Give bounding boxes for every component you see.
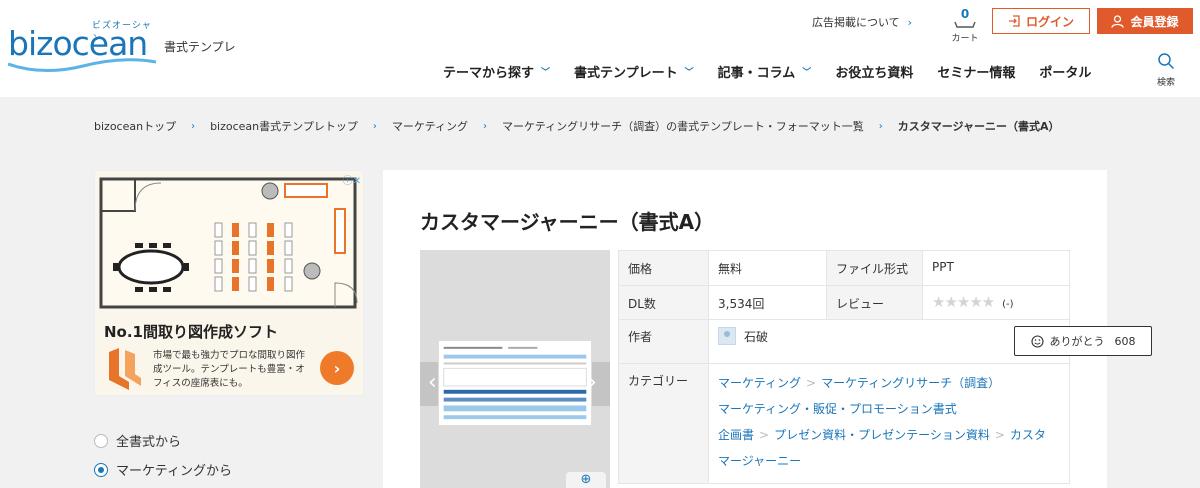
cart-icon	[954, 21, 976, 28]
author-name: 石破	[744, 329, 769, 344]
floor-plan-image	[99, 177, 358, 309]
price-header: 価格	[618, 250, 709, 286]
page-title: カスタマージャーニー（書式A）	[420, 210, 715, 234]
category-link[interactable]: マーケティング	[718, 376, 801, 390]
star-rating-icon: ★★★★★	[932, 293, 995, 311]
nav-theme-search[interactable]: テーマから探す ﹀	[443, 60, 550, 82]
nav-portal[interactable]: ポータル	[1039, 60, 1091, 82]
ad-placement-link[interactable]: 広告掲載について ›	[812, 14, 912, 30]
nav-templates[interactable]: 書式テンプレート ﹀	[574, 60, 694, 82]
thanks-label: ありがとう	[1049, 335, 1105, 348]
nav-seminars[interactable]: セミナー情報	[937, 60, 1015, 82]
filter-all-templates[interactable]: 全書式から	[94, 431, 181, 450]
author-cell: 石破 ありがとう 608	[708, 319, 1152, 364]
author-link[interactable]: 石破	[718, 327, 1060, 345]
thanks-button[interactable]: ありがとう 608	[1014, 326, 1152, 356]
login-icon	[1008, 15, 1020, 27]
ad-arrow-button[interactable]: ›	[320, 351, 354, 385]
ad-brand-logo	[109, 348, 141, 390]
category-line: 企画書 > プレゼン資料・プレゼンテーション資料 > カスタマージャーニー	[718, 422, 1048, 474]
nav-seminars-label: セミナー情報	[937, 65, 1016, 81]
format-header: ファイル形式	[826, 250, 923, 286]
chevron-right-icon: ›	[191, 120, 196, 132]
chevron-right-icon: >	[759, 428, 770, 442]
thanks-count: 608	[1114, 334, 1136, 348]
breadcrumb: bizoceanトップ › bizocean書式テンプレトップ › マーケティン…	[94, 118, 1060, 134]
site-header: ビズオーシャン bizocean 書式テンプレ 広告掲載について › 0 カート …	[0, 0, 1200, 97]
nav-resources[interactable]: お役立ち資料	[835, 60, 913, 82]
smile-icon	[1030, 334, 1044, 348]
logo-wave-icon	[8, 58, 157, 73]
search-icon	[1158, 53, 1175, 70]
template-preview[interactable]: ‹ › ⊕	[420, 250, 610, 488]
downloads-value: 3,534回	[708, 285, 827, 320]
category-link[interactable]: プレゼン資料・プレゼンテーション資料	[774, 428, 990, 442]
search-label: 検索	[1156, 78, 1175, 88]
chevron-down-icon: ﹀	[802, 67, 812, 78]
breadcrumb-item[interactable]: マーケティングリサーチ（調査）の書式テンプレート・フォーマット一覧	[502, 118, 864, 134]
category-header: カテゴリー	[618, 363, 709, 484]
category-line: マーケティング > マーケティングリサーチ（調査）	[718, 370, 1060, 396]
filter-marketing[interactable]: マーケティングから	[94, 460, 232, 479]
template-thumbnail	[438, 340, 592, 426]
global-nav: テーマから探す ﹀ 書式テンプレート ﹀ 記事・コラム ﹀ お役立ち資料 セミナー情報…	[443, 60, 1091, 82]
login-button[interactable]: ログイン	[992, 8, 1090, 34]
radio-unselected-icon	[94, 433, 108, 448]
chevron-right-icon: ›	[878, 120, 883, 132]
chevron-right-icon: ›	[907, 16, 913, 29]
category-link[interactable]: 企画書	[718, 428, 754, 442]
nav-articles-label: 記事・コラム	[717, 65, 796, 81]
search-button[interactable]: 検索	[1150, 52, 1182, 88]
chevron-right-icon: ›	[372, 120, 377, 132]
register-button[interactable]: 会員登録	[1097, 8, 1193, 34]
chevron-right-icon: >	[994, 428, 1005, 442]
chevron-down-icon: ﹀	[684, 67, 694, 78]
chevron-right-icon: ›	[482, 120, 487, 132]
register-label: 会員登録	[1130, 14, 1179, 29]
ad-info-icon[interactable]: ⓘ✕	[343, 172, 361, 187]
filter-marketing-label: マーケティングから	[116, 464, 232, 479]
breadcrumb-current: カスタマージャーニー（書式A）	[897, 120, 1060, 133]
radio-selected-icon	[94, 462, 108, 477]
category-cell: マーケティング > マーケティングリサーチ（調査） マーケティング・販促・プロモーシ…	[708, 363, 1070, 484]
zoom-icon[interactable]: ⊕	[566, 472, 606, 488]
ad-body-text: 市場で最も強力でプロな間取り図作成ツール。テンプレートも豊富・オフィスの座席表に…	[153, 350, 306, 389]
chevron-right-icon[interactable]: ›	[588, 370, 597, 395]
nav-templates-label: 書式テンプレート	[574, 65, 678, 81]
avatar	[718, 327, 736, 345]
cart-count: 0	[960, 7, 970, 21]
template-info-table: 価格 無料 ファイル形式 PPT DL数 3,534回 レビュー ★★★★★ (…	[618, 250, 1152, 484]
chevron-right-icon: >	[806, 376, 817, 390]
downloads-header: DL数	[618, 285, 709, 320]
ad-title: No.1間取り図作成ソフト	[104, 323, 278, 341]
cart-button[interactable]: 0 カート	[948, 8, 982, 44]
filter-all-label: 全書式から	[116, 435, 182, 450]
category-link[interactable]: マーケティングリサーチ（調査）	[821, 376, 1000, 390]
breadcrumb-item[interactable]: bizocean書式テンプレトップ	[210, 118, 358, 134]
user-icon	[1111, 14, 1125, 28]
nav-portal-label: ポータル	[1039, 65, 1092, 81]
sidebar-ad[interactable]: ⓘ✕ No.1間取り図作成ソフト 市場で最も強力でプロな間取り図作成ツール。テン…	[94, 170, 364, 396]
login-label: ログイン	[1025, 14, 1074, 29]
review-header: レビュー	[826, 285, 923, 320]
review-value[interactable]: ★★★★★ (-)	[922, 285, 1070, 320]
chevron-left-icon[interactable]: ‹	[428, 370, 437, 395]
nav-resources-label: お役立ち資料	[835, 65, 914, 81]
category-line: マーケティング・販促・プロモーション書式	[718, 396, 1060, 422]
format-value: PPT	[922, 250, 1070, 286]
breadcrumb-item[interactable]: マーケティング	[392, 118, 468, 134]
chevron-down-icon: ﹀	[541, 67, 551, 78]
review-count: (-)	[1002, 299, 1014, 310]
template-detail-card: カスタマージャーニー（書式A） ‹ › ⊕ 価格 無料 ファイル形式 PPT D…	[383, 170, 1152, 488]
ad-placement-label: 広告掲載について	[812, 16, 900, 29]
nav-theme-search-label: テーマから探す	[443, 65, 535, 81]
price-value: 無料	[708, 250, 827, 286]
nav-articles[interactable]: 記事・コラム ﹀	[718, 60, 812, 82]
site-subtitle: 書式テンプレ	[164, 40, 236, 54]
cart-label: カート	[951, 34, 979, 44]
category-link[interactable]: マーケティング・販促・プロモーション書式	[718, 402, 957, 416]
breadcrumb-item[interactable]: bizoceanトップ	[94, 118, 176, 134]
bizocean-logo[interactable]: ビズオーシャン bizocean	[8, 18, 158, 78]
author-header: 作者	[618, 319, 709, 364]
